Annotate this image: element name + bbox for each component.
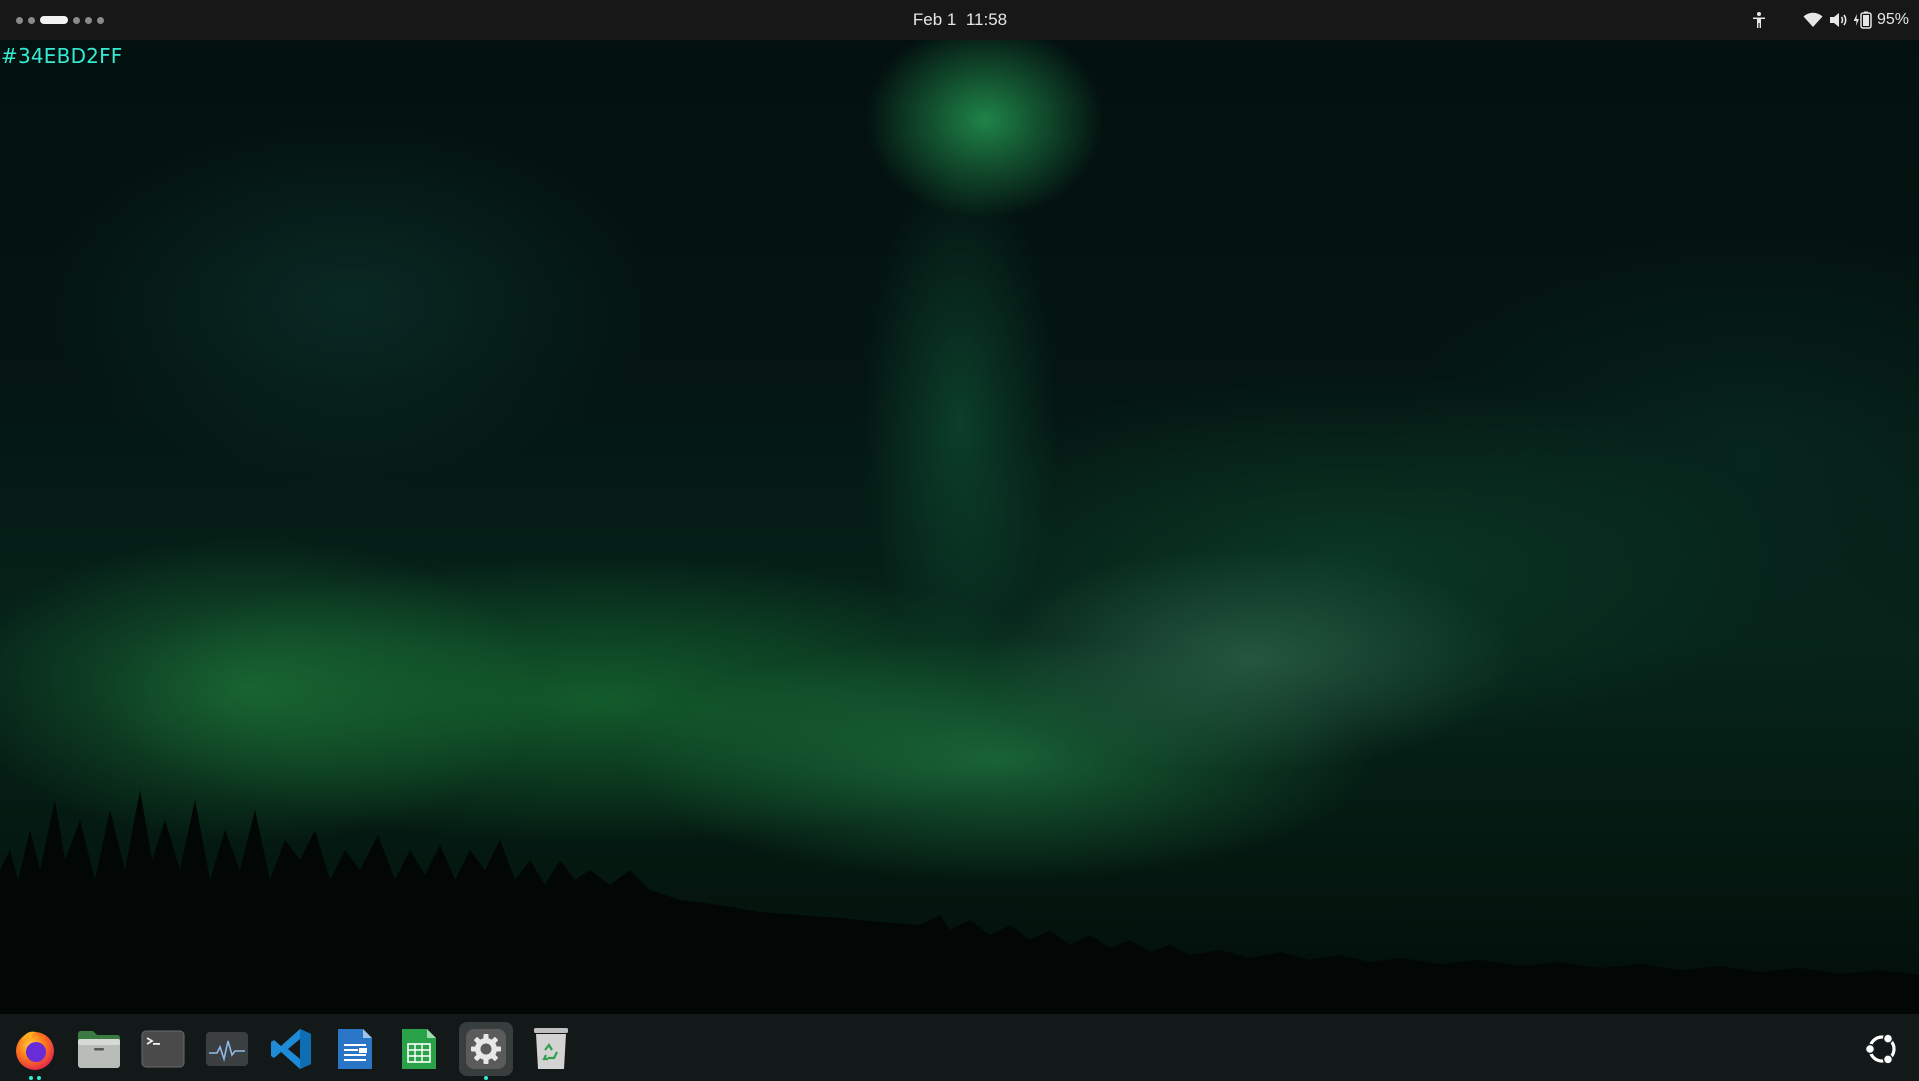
battery-icon[interactable] (1852, 0, 1874, 40)
files-icon (78, 1031, 120, 1068)
dock-app-terminal[interactable] (136, 1022, 190, 1076)
calc-icon (402, 1029, 436, 1069)
workspace-dot[interactable] (28, 16, 35, 24)
clock-date: Feb 1 (912, 10, 957, 29)
dock-app-vscode[interactable] (264, 1022, 318, 1076)
firefox-icon (16, 1031, 54, 1070)
dock-app-libreoffice-calc[interactable] (392, 1022, 446, 1076)
dock-app-files[interactable] (72, 1022, 126, 1076)
desktop: Feb 1 11:58 95% #34EBD2FF (0, 0, 1919, 1081)
dock-app-trash[interactable] (524, 1022, 578, 1076)
workspace-dot[interactable] (85, 16, 92, 24)
trash-icon (534, 1028, 568, 1069)
terminal-icon (141, 1030, 185, 1068)
dock-app-libreoffice-writer[interactable] (328, 1022, 382, 1076)
workspace-dot[interactable] (73, 16, 80, 24)
color-hex-label: #34EBD2FF (1, 44, 123, 68)
wifi-icon[interactable] (1800, 0, 1826, 40)
writer-icon (338, 1029, 372, 1069)
workspace-indicator[interactable] (16, 15, 104, 25)
dock-app-settings[interactable] (459, 1022, 513, 1080)
dock-app-firefox[interactable] (8, 1022, 62, 1080)
workspace-dot-active[interactable] (40, 16, 68, 24)
dock (0, 1014, 1919, 1081)
ubuntu-apps-icon (1864, 1033, 1896, 1065)
workspace-dot[interactable] (97, 16, 104, 24)
top-bar: Feb 1 11:58 95% (0, 0, 1919, 40)
vscode-icon (271, 1029, 311, 1069)
battery-percentage: 95% (1876, 11, 1909, 28)
wallpaper-tree-silhouette (0, 790, 1919, 1081)
show-apps-button[interactable] (1857, 1022, 1907, 1076)
settings-icon (466, 1029, 506, 1069)
accessibility-icon[interactable] (1746, 0, 1772, 40)
clock-time: 11:58 (965, 10, 1008, 29)
clock[interactable]: Feb 1 11:58 (860, 0, 1060, 40)
workspace-dot[interactable] (16, 16, 23, 24)
system-tray[interactable]: 95% (1746, 0, 1909, 40)
dock-app-system-monitor[interactable] (200, 1022, 254, 1076)
volume-icon[interactable] (1826, 0, 1852, 40)
system-monitor-icon (206, 1032, 248, 1066)
